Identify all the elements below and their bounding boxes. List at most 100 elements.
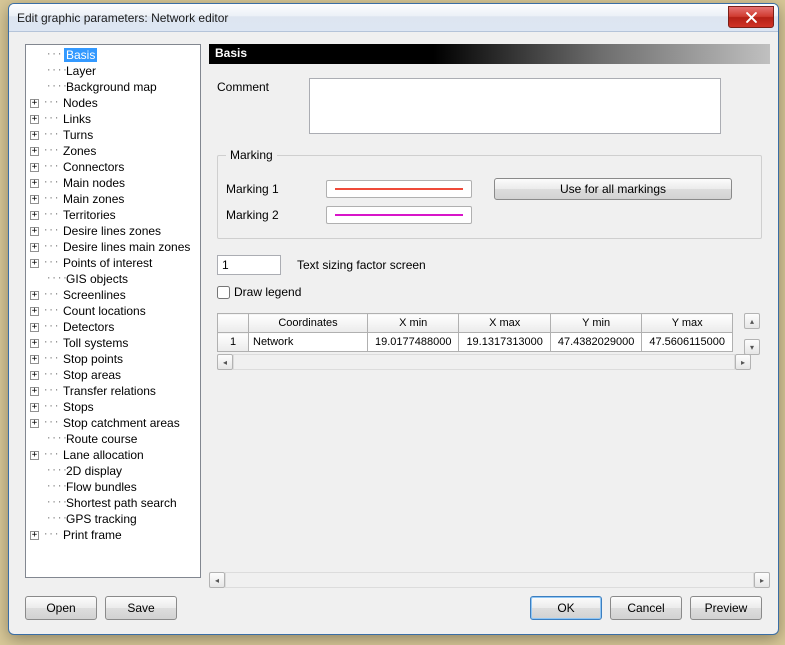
expand-icon[interactable]: + <box>30 259 39 268</box>
grid-header-cell[interactable]: Coordinates <box>249 314 368 333</box>
tree-item[interactable]: ····Layer <box>26 63 200 79</box>
expand-icon[interactable]: + <box>30 291 39 300</box>
tree-item[interactable]: +···Points of interest <box>26 255 200 271</box>
panel-scroll-right-icon[interactable]: ▸ <box>754 572 770 588</box>
expand-icon[interactable]: + <box>30 163 39 172</box>
open-button[interactable]: Open <box>25 596 97 620</box>
scroll-up-icon[interactable]: ▴ <box>744 313 760 329</box>
tree-item[interactable]: +···Nodes <box>26 95 200 111</box>
tree-item[interactable]: +···Count locations <box>26 303 200 319</box>
grid-cell[interactable]: 47.4382029000 <box>550 333 641 352</box>
draw-legend-checkbox[interactable] <box>217 286 230 299</box>
tree-item[interactable]: +···Main nodes <box>26 175 200 191</box>
expand-icon[interactable]: + <box>30 131 39 140</box>
grid-cell[interactable]: 19.1317313000 <box>459 333 550 352</box>
tree-item[interactable]: ····GPS tracking <box>26 511 200 527</box>
tree-item[interactable]: +···Connectors <box>26 159 200 175</box>
grid-cell[interactable]: 1 <box>218 333 249 352</box>
scroll-left-icon[interactable]: ◂ <box>217 354 233 370</box>
expand-icon[interactable]: + <box>30 419 39 428</box>
tree-branch-icon: ··· <box>43 322 61 332</box>
tree-item[interactable]: ····Basis <box>26 47 200 63</box>
cancel-button[interactable]: Cancel <box>610 596 682 620</box>
panel-hscroll[interactable]: ◂ ▸ <box>209 572 770 588</box>
marking2-row: Marking 2 <box>226 206 753 224</box>
text-sizing-row: Text sizing factor screen <box>217 255 770 275</box>
expand-icon[interactable]: + <box>30 403 39 412</box>
hscroll-track[interactable] <box>233 354 735 370</box>
expand-icon[interactable]: + <box>30 307 39 316</box>
tree-item[interactable]: +···Stop catchment areas <box>26 415 200 431</box>
marking1-sample[interactable] <box>326 180 472 198</box>
expand-icon[interactable]: + <box>30 323 39 332</box>
grid-hscroll[interactable]: ◂ ▸ <box>217 354 751 370</box>
tree-item[interactable]: +···Lane allocation <box>26 447 200 463</box>
tree-item[interactable]: ····Background map <box>26 79 200 95</box>
tree-item[interactable]: +···Links <box>26 111 200 127</box>
expand-icon[interactable]: + <box>30 339 39 348</box>
expand-icon[interactable]: + <box>30 115 39 124</box>
category-tree[interactable]: ····Basis····Layer····Background map+···… <box>26 45 200 543</box>
tree-item[interactable]: ····Route course <box>26 431 200 447</box>
tree-item[interactable]: ····Shortest path search <box>26 495 200 511</box>
tree-item[interactable]: +···Stop areas <box>26 367 200 383</box>
tree-item[interactable]: +···Desire lines zones <box>26 223 200 239</box>
expand-icon[interactable]: + <box>30 387 39 396</box>
expand-icon[interactable]: + <box>30 227 39 236</box>
comment-input[interactable] <box>309 78 721 134</box>
expand-icon[interactable]: + <box>30 243 39 252</box>
grid-cell[interactable]: 19.0177488000 <box>368 333 459 352</box>
scroll-down-icon[interactable]: ▾ <box>744 339 760 355</box>
grid-cell[interactable]: Network <box>249 333 368 352</box>
tree-item[interactable]: +···Turns <box>26 127 200 143</box>
tree-item[interactable]: ····2D display <box>26 463 200 479</box>
expand-icon[interactable]: + <box>30 371 39 380</box>
tree-item-label: Shortest path search <box>64 496 179 510</box>
tree-item[interactable]: +···Screenlines <box>26 287 200 303</box>
panel-scroll-left-icon[interactable]: ◂ <box>209 572 225 588</box>
grid-header-cell[interactable]: X max <box>459 314 550 333</box>
panel-hscroll-track[interactable] <box>225 572 754 588</box>
tree-item[interactable]: +···Desire lines main zones <box>26 239 200 255</box>
grid-header-cell[interactable] <box>218 314 249 333</box>
tree-item[interactable]: +···Stop points <box>26 351 200 367</box>
tree-item-label: Toll systems <box>61 336 130 350</box>
expand-icon[interactable]: + <box>30 451 39 460</box>
tree-item[interactable]: ····GIS objects <box>26 271 200 287</box>
tree-item[interactable]: +···Main zones <box>26 191 200 207</box>
tree-item-label: Points of interest <box>61 256 154 270</box>
tree-item[interactable]: +···Stops <box>26 399 200 415</box>
draw-legend-label[interactable]: Draw legend <box>234 285 301 299</box>
tree-item[interactable]: +···Transfer relations <box>26 383 200 399</box>
expand-icon[interactable]: + <box>30 99 39 108</box>
tree-item[interactable]: +···Detectors <box>26 319 200 335</box>
table-row[interactable]: 1Network19.017748800019.131731300047.438… <box>218 333 733 352</box>
tree-item[interactable]: ····Flow bundles <box>26 479 200 495</box>
expand-icon[interactable]: + <box>30 211 39 220</box>
tree-item[interactable]: +···Zones <box>26 143 200 159</box>
text-sizing-input[interactable] <box>217 255 281 275</box>
grid-header-cell[interactable]: Y max <box>642 314 733 333</box>
grid-header-cell[interactable]: X min <box>368 314 459 333</box>
tree-item-label: Zones <box>61 144 98 158</box>
grid-vscroll[interactable]: ▴ ▾ <box>744 313 762 355</box>
expand-icon[interactable]: + <box>30 355 39 364</box>
close-button[interactable] <box>728 6 774 28</box>
tree-branch-icon: ··· <box>43 162 61 172</box>
expand-icon[interactable]: + <box>30 531 39 540</box>
grid-cell[interactable]: 47.5606115000 <box>642 333 733 352</box>
preview-button[interactable]: Preview <box>690 596 762 620</box>
expand-icon[interactable]: + <box>30 195 39 204</box>
scroll-right-icon[interactable]: ▸ <box>735 354 751 370</box>
expand-icon[interactable]: + <box>30 179 39 188</box>
tree-item[interactable]: +···Print frame <box>26 527 200 543</box>
tree-item[interactable]: +···Territories <box>26 207 200 223</box>
marking2-sample[interactable] <box>326 206 472 224</box>
save-button[interactable]: Save <box>105 596 177 620</box>
grid-header-cell[interactable]: Y min <box>550 314 641 333</box>
coordinates-grid[interactable]: CoordinatesX minX maxY minY max 1Network… <box>217 313 733 352</box>
expand-icon[interactable]: + <box>30 147 39 156</box>
tree-item[interactable]: +···Toll systems <box>26 335 200 351</box>
ok-button[interactable]: OK <box>530 596 602 620</box>
use-for-all-button[interactable]: Use for all markings <box>494 178 732 200</box>
